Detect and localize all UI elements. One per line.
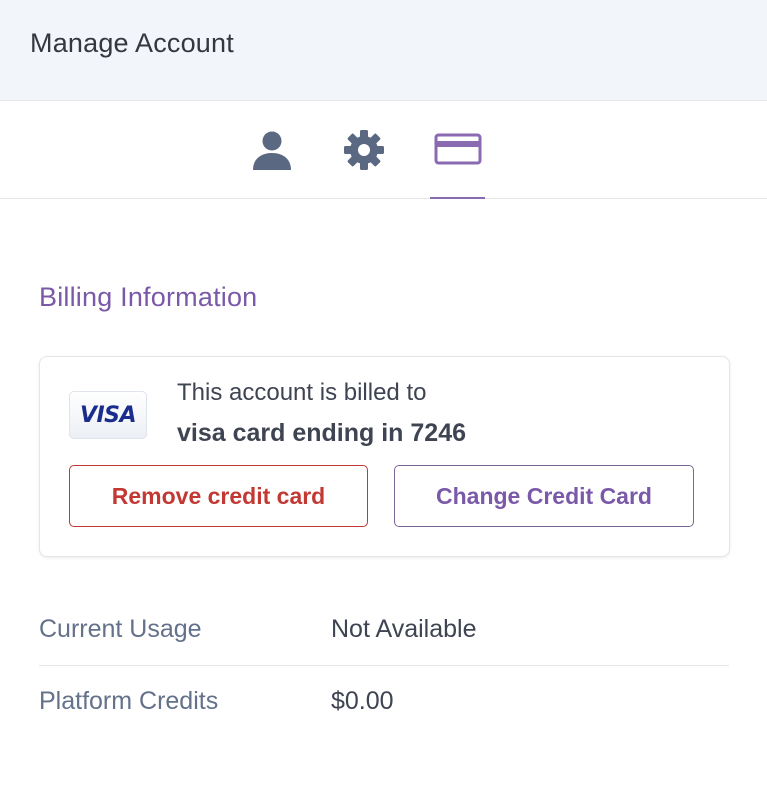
tab-billing[interactable] bbox=[430, 101, 485, 199]
card-description: visa card ending in 7246 bbox=[177, 419, 467, 447]
billed-to-text: This account is billed to bbox=[177, 379, 427, 406]
credit-card-icon bbox=[434, 133, 481, 165]
current-usage-row: Current Usage Not Available bbox=[39, 594, 729, 666]
platform-credits-row: Platform Credits $0.00 bbox=[39, 666, 729, 737]
current-usage-label: Current Usage bbox=[39, 615, 202, 643]
tab-profile[interactable] bbox=[246, 101, 298, 199]
current-usage-value: Not Available bbox=[331, 615, 477, 643]
account-tabs bbox=[0, 101, 767, 199]
platform-credits-value: $0.00 bbox=[331, 687, 394, 715]
gear-icon bbox=[344, 130, 384, 170]
billing-section-title: Billing Information bbox=[39, 282, 258, 312]
page-title: Manage Account bbox=[30, 27, 234, 58]
billing-content: Billing Information VISA This account is… bbox=[0, 282, 767, 737]
tab-settings[interactable] bbox=[338, 101, 390, 199]
manage-account-page: Manage Account Billing Information VISA … bbox=[0, 0, 767, 800]
change-credit-card-button[interactable]: Change Credit Card bbox=[394, 465, 694, 527]
page-header: Manage Account bbox=[0, 0, 767, 101]
user-icon bbox=[253, 131, 291, 170]
visa-logo: VISA bbox=[69, 391, 147, 439]
remove-credit-card-button[interactable]: Remove credit card bbox=[69, 465, 368, 527]
platform-credits-label: Platform Credits bbox=[39, 687, 219, 715]
billing-card: VISA This account is billed to visa card… bbox=[39, 356, 730, 557]
